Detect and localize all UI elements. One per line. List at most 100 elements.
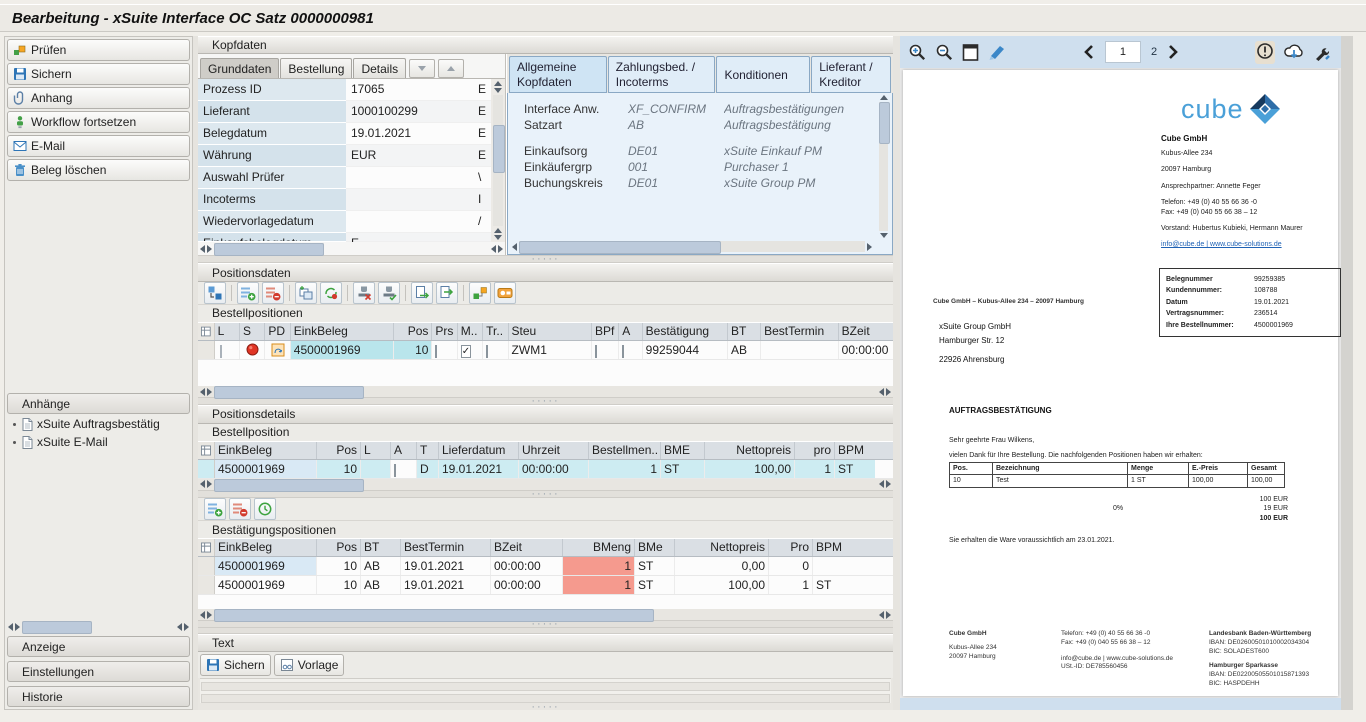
a-checkbox[interactable] bbox=[622, 345, 624, 358]
page-2-label[interactable]: 2 bbox=[1151, 46, 1157, 58]
link-items-icon[interactable] bbox=[469, 282, 491, 304]
bestellposition-row[interactable]: 4500001969 10 ✓ ZWM1 99259044 AB 00:00:0… bbox=[198, 341, 893, 360]
field-row[interactable]: Auswahl Prüfer\ bbox=[198, 167, 491, 189]
reject-stamp-icon[interactable] bbox=[353, 282, 375, 304]
field-row[interactable]: Lieferant1000100299E bbox=[198, 101, 491, 123]
bestaetigung-row[interactable]: 4500001969 10 AB 19.01.2021 00:00:00 1 S… bbox=[198, 576, 893, 595]
sichern-button[interactable]: Sichern bbox=[7, 63, 190, 85]
tab-details[interactable]: Details bbox=[353, 58, 406, 78]
bestellposition-detail-row[interactable]: 4500001969 10 D 19.01.2021 00:00:00 1 ST… bbox=[198, 460, 893, 479]
bpf-checkbox[interactable] bbox=[595, 345, 597, 358]
text-input-area[interactable] bbox=[200, 678, 891, 703]
tab-zahlungsbed-incoterms[interactable]: Zahlungsbed. / Incoterms bbox=[608, 56, 716, 93]
besttermin-cell[interactable] bbox=[761, 341, 839, 359]
table-header-row[interactable]: L S PD EinkBeleg Pos Prs M.. Tr.. Steu B… bbox=[198, 322, 893, 341]
save-icon bbox=[13, 67, 27, 81]
a-checkbox[interactable] bbox=[394, 464, 396, 477]
delete-row-icon[interactable] bbox=[262, 282, 284, 304]
warning-icon[interactable] bbox=[1255, 41, 1275, 64]
table-header-row[interactable]: EinkBeleg Pos BT BestTermin BZeit BMeng … bbox=[198, 538, 893, 557]
splitter[interactable] bbox=[198, 255, 893, 263]
field-row[interactable]: Belegdatum19.01.2021E bbox=[198, 123, 491, 145]
zoom-in-icon[interactable] bbox=[908, 43, 927, 62]
detail-hscrollbar[interactable] bbox=[510, 240, 874, 253]
m-checkbox[interactable]: ✓ bbox=[461, 345, 471, 358]
detail-vscrollbar[interactable] bbox=[877, 95, 890, 238]
text-sichern-button[interactable]: Sichern bbox=[200, 654, 271, 676]
add-row-icon[interactable] bbox=[204, 498, 226, 520]
sidebar-hscrollbar[interactable] bbox=[6, 620, 191, 633]
field-row[interactable]: IncotermsI bbox=[198, 189, 491, 211]
bottom-grip[interactable] bbox=[198, 703, 893, 710]
positionsdaten-header: Positionsdaten bbox=[198, 263, 893, 281]
download-icon[interactable] bbox=[1283, 43, 1305, 61]
bzeit-cell[interactable]: 00:00:00 bbox=[839, 341, 893, 359]
copy-item-icon[interactable] bbox=[295, 282, 317, 304]
tab-grunddaten[interactable]: Grunddaten bbox=[200, 58, 279, 78]
zoom-out-icon[interactable] bbox=[935, 43, 954, 62]
bmeng-error-cell[interactable]: 1 bbox=[563, 557, 635, 575]
field-row[interactable]: WährungEURE bbox=[198, 145, 491, 167]
bestaetigung-cell[interactable]: 99259044 bbox=[643, 341, 728, 359]
status-red-icon[interactable] bbox=[240, 341, 265, 359]
einkbeleg-cell[interactable]: 4500001969 bbox=[291, 341, 394, 359]
transfer-document-icon[interactable] bbox=[436, 282, 458, 304]
pruefen-button[interactable]: Prüfen bbox=[7, 39, 190, 61]
anzeige-button[interactable]: Anzeige bbox=[7, 636, 190, 657]
email-button[interactable]: E-Mail bbox=[7, 135, 190, 157]
delete-row-icon[interactable] bbox=[229, 498, 251, 520]
copy-document-icon[interactable] bbox=[411, 282, 433, 304]
right-splitter[interactable] bbox=[1341, 36, 1353, 710]
session-icon[interactable] bbox=[494, 282, 516, 304]
pdf-viewer: 1 2 cube Cube GmbH bbox=[900, 36, 1341, 710]
pos-cell[interactable]: 10 bbox=[394, 341, 433, 359]
field-row-clipped[interactable]: EinkaufsbelegdatumE bbox=[198, 233, 491, 242]
einstellungen-button[interactable]: Einstellungen bbox=[7, 661, 190, 682]
pdf-page: cube Cube GmbH Kubus-Allee 234 20097 Ham… bbox=[903, 70, 1338, 696]
pd-icon[interactable] bbox=[265, 341, 290, 359]
prev-page-icon[interactable] bbox=[1083, 44, 1095, 60]
tab-allgemeine-kopfdaten[interactable]: Allgemeine Kopfdaten bbox=[509, 56, 607, 93]
approve-stamp-icon[interactable] bbox=[378, 282, 400, 304]
scroll-up-button[interactable] bbox=[438, 59, 464, 78]
fit-page-icon[interactable] bbox=[962, 43, 979, 62]
prs-checkbox[interactable] bbox=[435, 345, 437, 358]
anhang-button[interactable]: Anhang bbox=[7, 87, 190, 109]
bestellpositionen-subtitle: Bestellpositionen bbox=[198, 305, 893, 322]
pdf-splitter[interactable] bbox=[893, 36, 900, 710]
bestaetigung-row[interactable]: 4500001969 10 AB 19.01.2021 00:00:00 1 S… bbox=[198, 557, 893, 576]
workflow-fortsetzen-button[interactable]: Workflow fortsetzen bbox=[7, 111, 190, 133]
pdf-page-area[interactable]: cube Cube GmbH Kubus-Allee 234 20097 Ham… bbox=[900, 68, 1341, 698]
assign-columns-icon[interactable] bbox=[204, 282, 226, 304]
bestaetigungen-hscrollbar[interactable] bbox=[198, 609, 893, 620]
add-row-icon[interactable] bbox=[237, 282, 259, 304]
company-links[interactable]: info@cube.de | www.cube-solutions.de bbox=[1161, 240, 1333, 249]
beleg-loeschen-button[interactable]: Beleg löschen bbox=[7, 159, 190, 181]
propose-confirmation-icon[interactable] bbox=[254, 498, 276, 520]
refresh-items-icon[interactable] bbox=[320, 282, 342, 304]
attachment-label: xSuite Auftragsbestätig bbox=[37, 417, 160, 431]
next-page-icon[interactable] bbox=[1167, 44, 1179, 60]
kopfdaten-vscrollbar[interactable] bbox=[491, 79, 505, 242]
bestellposition-subtitle: Bestellposition bbox=[198, 424, 893, 441]
tr-checkbox[interactable] bbox=[486, 345, 488, 358]
page-number-box[interactable]: 1 bbox=[1105, 41, 1141, 63]
scroll-down-button[interactable] bbox=[409, 59, 435, 78]
kopfdaten-hscrollbar[interactable] bbox=[198, 242, 505, 255]
tools-icon[interactable] bbox=[1313, 43, 1333, 62]
steu-cell[interactable]: ZWM1 bbox=[509, 341, 592, 359]
table-header-row[interactable]: EinkBeleg Pos L A T Lieferdatum Uhrzeit … bbox=[198, 441, 893, 460]
tab-bestellung[interactable]: Bestellung bbox=[280, 58, 352, 78]
historie-button[interactable]: Historie bbox=[7, 686, 190, 707]
tab-lieferant-kreditor[interactable]: Lieferant / Kreditor bbox=[811, 56, 891, 93]
tab-konditionen[interactable]: Konditionen bbox=[716, 56, 810, 93]
intro-line: vielen Dank für Ihre Bestellung. Die nac… bbox=[949, 451, 1203, 460]
detail-row: Interface Anw.XF_CONFIRMAuftragsbestätig… bbox=[508, 101, 892, 117]
highlighter-icon[interactable] bbox=[987, 43, 1007, 62]
field-row[interactable]: Wiedervorlagedatum/ bbox=[198, 211, 491, 233]
text-vorlage-button[interactable]: Vorlage bbox=[274, 654, 345, 676]
bt-cell[interactable]: AB bbox=[728, 341, 761, 359]
field-row[interactable]: Prozess ID17065E bbox=[198, 79, 491, 101]
l-cell[interactable] bbox=[220, 345, 222, 358]
bmeng-error-cell[interactable]: 1 bbox=[563, 576, 635, 594]
